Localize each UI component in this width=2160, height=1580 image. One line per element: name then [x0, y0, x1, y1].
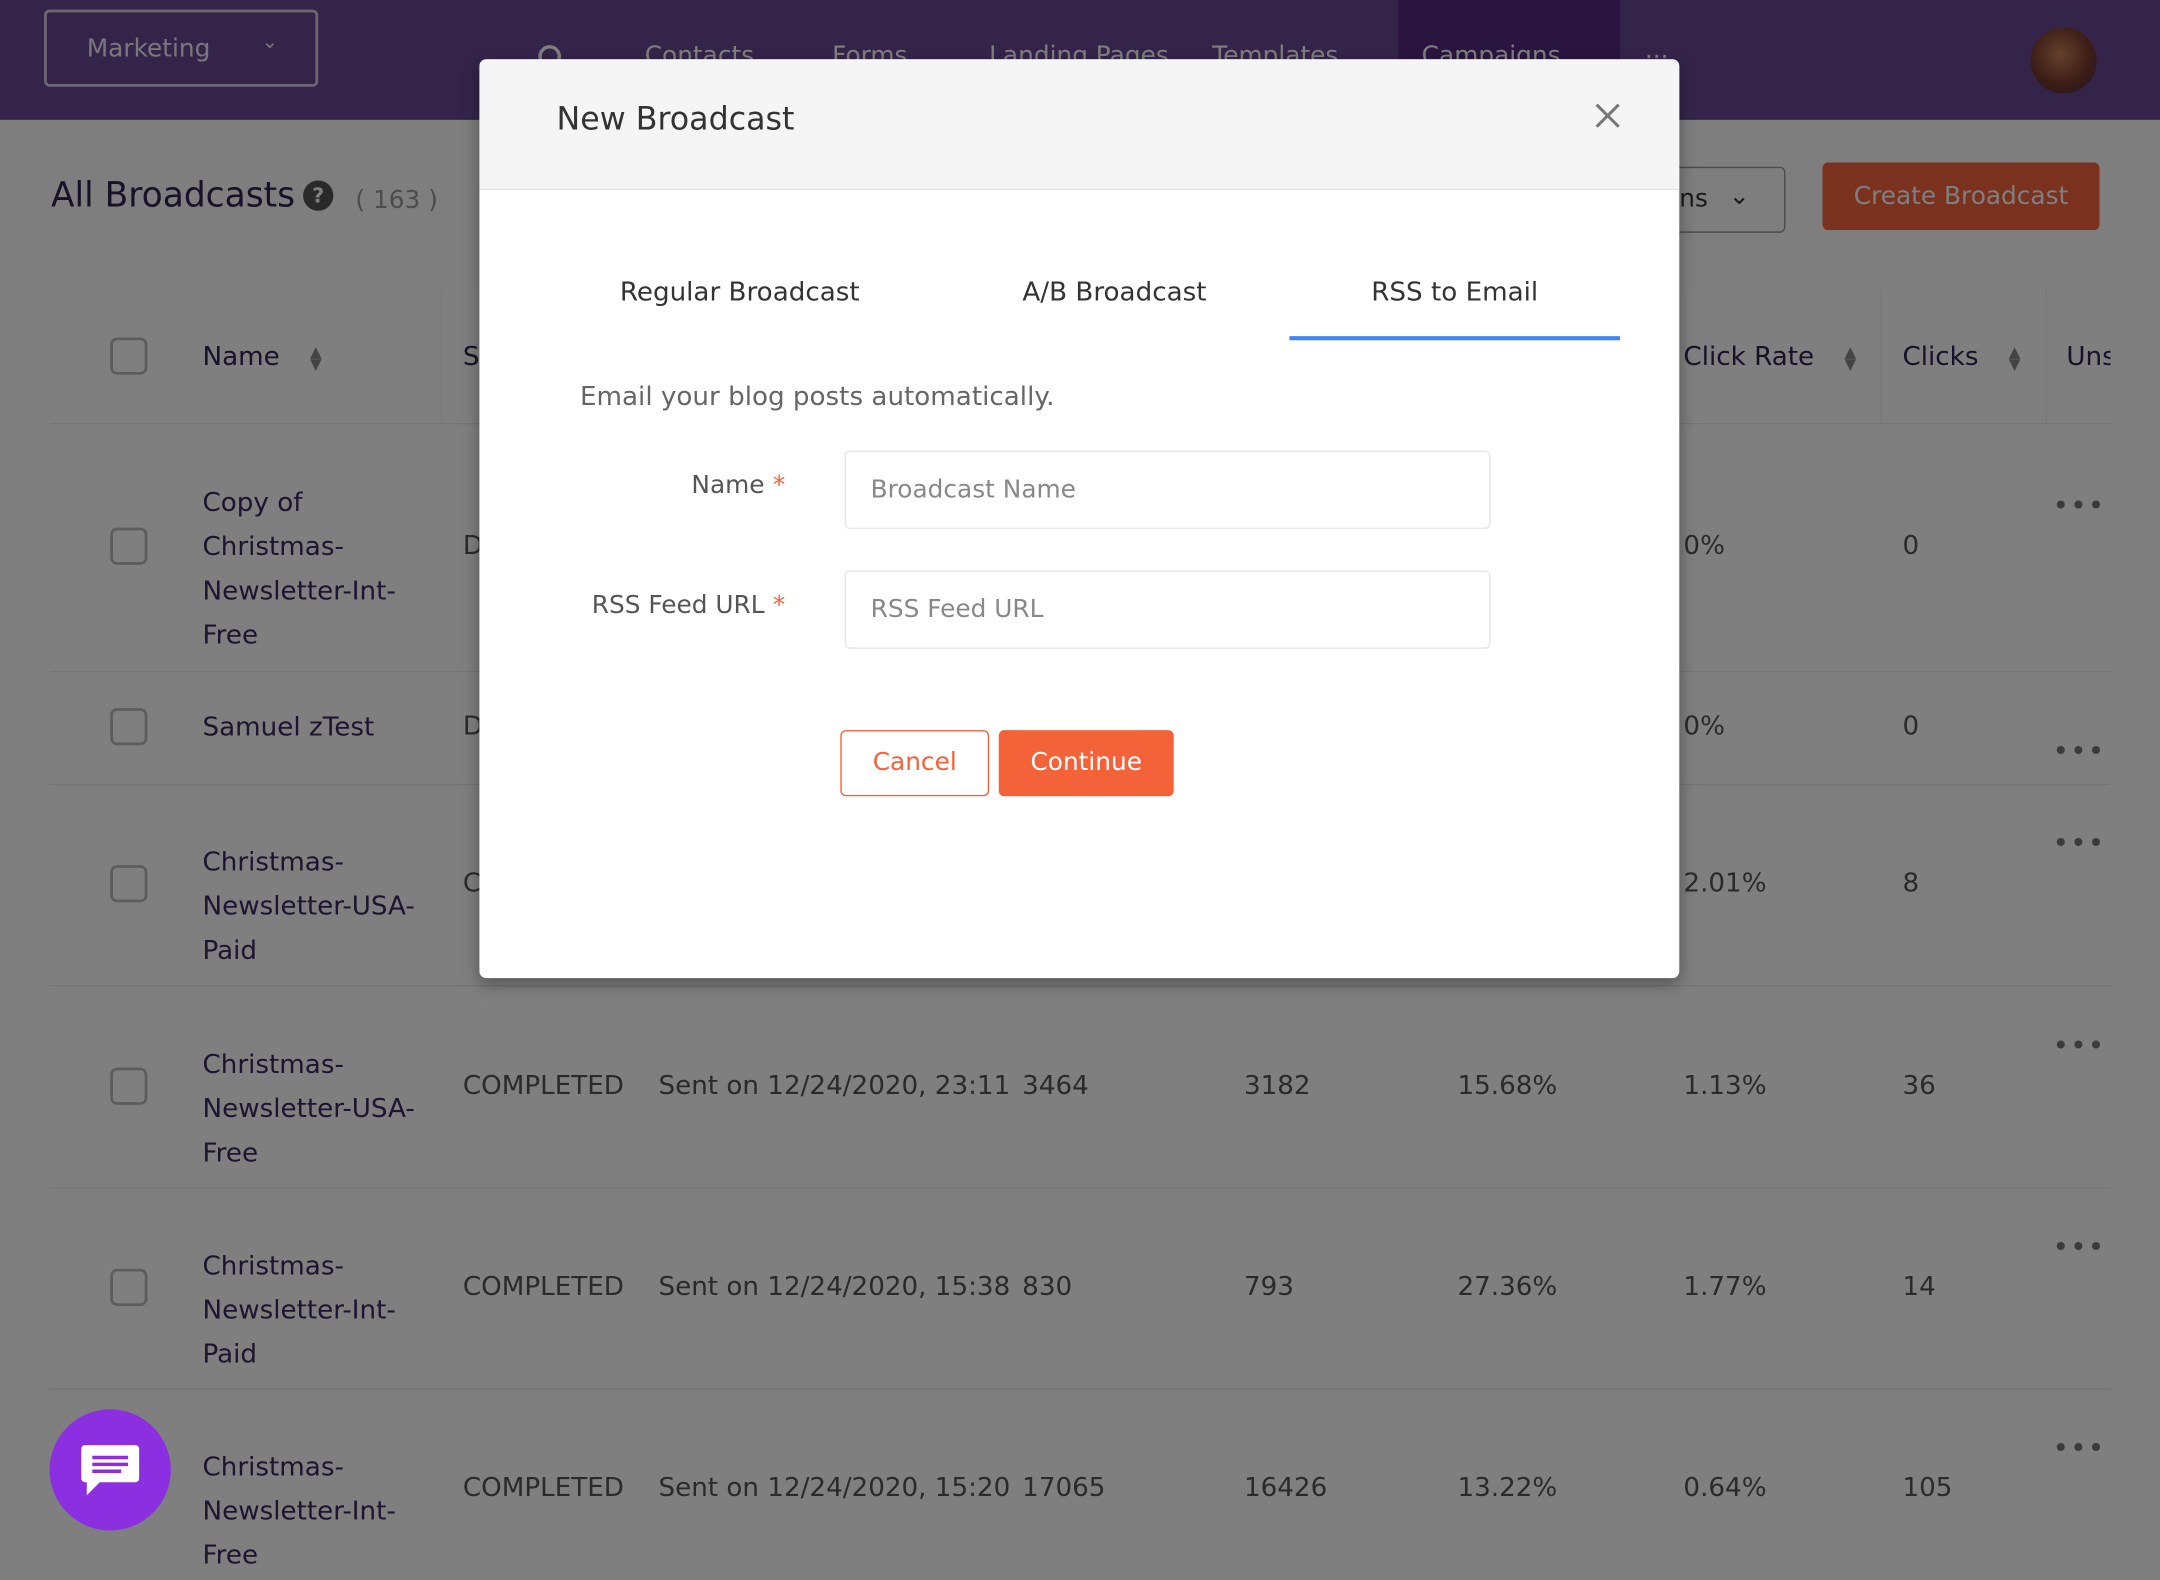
tab-rss-to-email[interactable]: RSS to Email: [1289, 277, 1620, 307]
new-broadcast-modal: New Broadcast Regular Broadcast A/B Broa…: [479, 59, 1680, 979]
continue-button[interactable]: Continue: [998, 730, 1174, 797]
tab-regular-broadcast[interactable]: Regular Broadcast: [574, 277, 905, 307]
close-icon[interactable]: [1593, 101, 1623, 131]
active-tab-indicator: [1289, 336, 1621, 341]
modal-header: New Broadcast: [479, 59, 1680, 191]
chat-icon: [81, 1445, 140, 1496]
chat-button[interactable]: [49, 1409, 171, 1531]
rss-feed-url-input[interactable]: [844, 570, 1491, 649]
broadcast-name-input[interactable]: [844, 450, 1491, 529]
tab-ab-broadcast[interactable]: A/B Broadcast: [949, 277, 1280, 307]
app: Marketing ⌄ Contacts Forms Landing Pages…: [0, 0, 2160, 1580]
modal-description: Email your blog posts automatically.: [579, 381, 1055, 412]
cancel-button[interactable]: Cancel: [840, 730, 990, 797]
modal-title: New Broadcast: [556, 101, 795, 138]
name-label: Name *: [691, 471, 786, 501]
rss-feed-url-label: RSS Feed URL *: [591, 590, 786, 620]
